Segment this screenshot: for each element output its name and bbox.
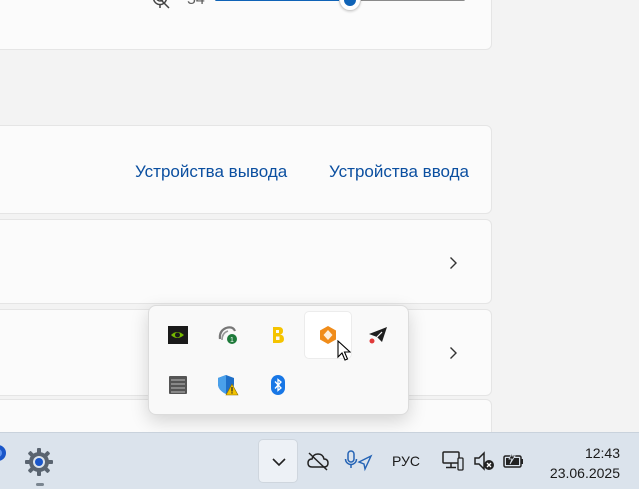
onedrive-offline-icon[interactable] xyxy=(306,449,330,473)
bitrix-b-icon[interactable] xyxy=(255,312,301,358)
chevron-down-icon xyxy=(272,458,286,467)
nvidia-icon[interactable] xyxy=(155,312,201,358)
volume-value: 54 xyxy=(187,0,205,9)
taskbar: РУС 12:43 23.06.2025 xyxy=(0,432,639,489)
volume-slider-fill xyxy=(215,0,350,1)
chevron-right-icon xyxy=(450,347,457,359)
bluetooth-icon[interactable] xyxy=(255,362,301,408)
language-indicator[interactable]: РУС xyxy=(392,453,420,469)
input-devices-link[interactable]: Устройства ввода xyxy=(329,162,469,182)
settings-gear-icon[interactable] xyxy=(22,445,56,479)
steelseries-gg-icon[interactable]: 1 xyxy=(205,312,251,358)
telegram-icon[interactable] xyxy=(355,312,401,358)
svg-text:1: 1 xyxy=(230,337,234,344)
mic-location-icon[interactable] xyxy=(343,449,373,473)
app-icon-partial[interactable] xyxy=(0,443,8,463)
output-devices-link[interactable]: Устройства вывода xyxy=(135,162,287,182)
battery-charging-icon[interactable] xyxy=(501,449,525,473)
chevron-right-icon xyxy=(450,257,457,269)
hidden-icons-flyout: 1 xyxy=(148,305,409,415)
clock[interactable]: 12:43 23.06.2025 xyxy=(540,443,620,483)
mic-muted-icon[interactable] xyxy=(148,0,172,11)
volume-muted-icon[interactable] xyxy=(472,449,496,473)
volume-slider[interactable] xyxy=(215,0,465,11)
network-icon[interactable] xyxy=(441,449,465,473)
settings-row[interactable] xyxy=(0,219,492,304)
clock-date: 23.06.2025 xyxy=(549,465,620,481)
show-hidden-icons-button[interactable] xyxy=(258,439,298,483)
input-volume-card: 54 xyxy=(0,0,492,50)
running-indicator xyxy=(36,483,44,486)
storage-app-icon[interactable] xyxy=(155,362,201,408)
volume-slider-thumb[interactable] xyxy=(339,0,361,11)
app-orange-hexagon-icon[interactable] xyxy=(305,312,351,358)
windows-security-warning-icon[interactable] xyxy=(205,362,251,408)
clock-time: 12:43 xyxy=(584,445,620,461)
